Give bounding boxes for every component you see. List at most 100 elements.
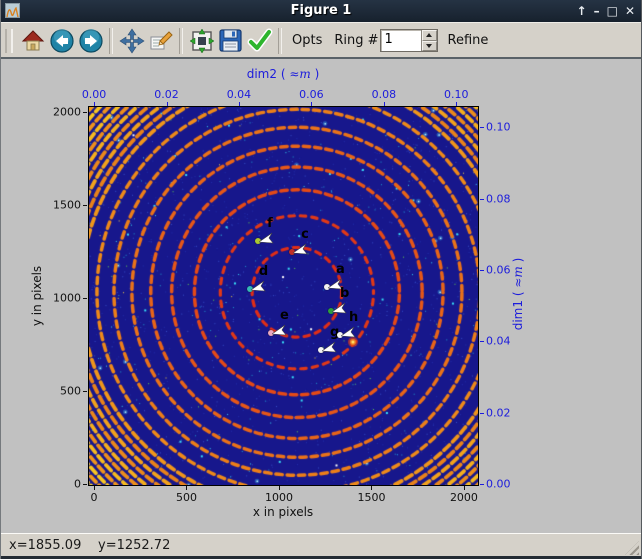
save-icon: [218, 28, 243, 53]
right-tick-mark: [480, 413, 484, 414]
minimize-button[interactable]: –: [594, 0, 600, 22]
control-point-label: a: [336, 263, 345, 276]
y-tick-mark: [83, 298, 87, 299]
left-axis-title: y in pixels: [30, 266, 44, 326]
home-icon: [21, 29, 45, 53]
cursor-y-readout: y=1252.72: [98, 538, 170, 553]
spin-up-button[interactable]: [422, 30, 437, 41]
right-tick-label: 0.10: [486, 121, 511, 134]
matplotlib-logo-icon: [5, 3, 20, 18]
top-tick-mark: [311, 102, 312, 106]
diffraction-image[interactable]: [89, 107, 478, 485]
x-tick-mark: [94, 486, 95, 490]
annotation-arrow-icon: [332, 302, 347, 314]
annotation-arrow-icon: [322, 341, 337, 353]
bottom-axis-title: x in pixels: [253, 505, 313, 519]
spin-down-button[interactable]: [422, 41, 437, 52]
edit-icon: [148, 28, 174, 54]
right-tick-mark: [480, 199, 484, 200]
toolbar-separator: [109, 28, 113, 54]
shade-button[interactable]: ↑: [577, 0, 587, 22]
triangle-down-icon: [426, 44, 432, 48]
right-tick-label: 0.06: [486, 263, 511, 276]
top-tick-label: 0.06: [299, 88, 324, 101]
figure-window: Figure 1 ↑ – □ ✕: [0, 0, 642, 559]
top-tick-label: 0.00: [82, 88, 107, 101]
edit-button[interactable]: [146, 26, 175, 55]
control-point-label: c: [301, 228, 309, 241]
refine-button[interactable]: Refine: [438, 33, 495, 48]
top-tick-mark: [167, 102, 168, 106]
subplots-icon: [189, 28, 215, 54]
right-tick-label: 0.04: [486, 335, 511, 348]
ring-number-spinbox[interactable]: 1: [380, 29, 438, 52]
ring-number-value[interactable]: 1: [381, 30, 421, 51]
forward-icon: [78, 28, 104, 54]
annotation-arrow-icon: [259, 232, 274, 244]
plot-frame: abcdefgh: [88, 106, 479, 486]
close-button[interactable]: ✕: [625, 0, 635, 22]
pan-icon: [119, 28, 145, 54]
y-tick-mark: [83, 484, 87, 485]
checkmark-icon: [247, 28, 273, 54]
top-tick-mark: [94, 102, 95, 106]
right-tick-label: 0.08: [486, 192, 511, 205]
titlebar: Figure 1 ↑ – □ ✕: [1, 0, 641, 22]
x-tick-label: 1000: [265, 491, 293, 504]
x-tick-mark: [371, 486, 372, 490]
control-point-label: e: [280, 309, 289, 322]
y-tick-label: 0: [74, 478, 81, 491]
top-tick-mark: [456, 102, 457, 106]
x-tick-label: 500: [176, 491, 197, 504]
right-tick-mark: [480, 484, 484, 485]
toolbar: Opts Ring # 1 Refine: [1, 22, 641, 58]
x-tick-label: 1500: [357, 491, 385, 504]
top-tick-mark: [239, 102, 240, 106]
triangle-up-icon: [426, 33, 432, 37]
control-point-label: d: [259, 265, 268, 278]
toolbar-grip[interactable]: [5, 29, 13, 53]
subplots-button[interactable]: [187, 26, 216, 55]
forward-button[interactable]: [76, 26, 105, 55]
apply-button[interactable]: [245, 26, 274, 55]
right-tick-mark: [480, 341, 484, 342]
annotation-arrow-icon: [251, 280, 266, 292]
top-tick-mark: [384, 102, 385, 106]
y-tick-label: 500: [60, 385, 81, 398]
control-point-label: f: [267, 217, 273, 230]
x-tick-label: 2000: [450, 491, 478, 504]
control-point-label: b: [340, 287, 349, 300]
top-tick-label: 0.04: [227, 88, 252, 101]
y-tick-mark: [83, 112, 87, 113]
y-tick-label: 1000: [53, 292, 81, 305]
right-tick-label: 0.00: [486, 478, 511, 491]
annotation-arrow-icon: [293, 243, 308, 255]
pan-button[interactable]: [117, 26, 146, 55]
x-tick-mark: [464, 486, 465, 490]
maximize-button[interactable]: □: [607, 0, 618, 22]
cursor-x-readout: x=1855.09: [9, 538, 81, 553]
control-point-label: h: [349, 311, 358, 324]
top-axis-title: dim2 ( ≈m ): [247, 67, 320, 81]
back-icon: [49, 28, 75, 54]
ring-number-label: Ring #: [328, 33, 379, 48]
x-tick-mark: [279, 486, 280, 490]
right-tick-mark: [480, 127, 484, 128]
resize-grip[interactable]: [625, 541, 639, 555]
right-axis-title: dim1 ( ≈m ): [511, 258, 525, 331]
window-title: Figure 1: [291, 3, 352, 18]
back-button[interactable]: [47, 26, 76, 55]
home-button[interactable]: [18, 26, 47, 55]
annotation-arrow-icon: [341, 326, 356, 338]
right-tick-mark: [480, 270, 484, 271]
y-tick-mark: [83, 391, 87, 392]
opts-button[interactable]: Opts: [286, 33, 328, 48]
save-button[interactable]: [216, 26, 245, 55]
top-tick-label: 0.02: [154, 88, 179, 101]
toolbar-separator: [179, 28, 183, 54]
top-tick-label: 0.10: [444, 88, 469, 101]
statusbar: x=1855.09 y=1252.72: [1, 533, 641, 557]
y-tick-label: 1500: [53, 199, 81, 212]
annotation-arrow-icon: [272, 324, 287, 336]
top-tick-label: 0.08: [372, 88, 397, 101]
